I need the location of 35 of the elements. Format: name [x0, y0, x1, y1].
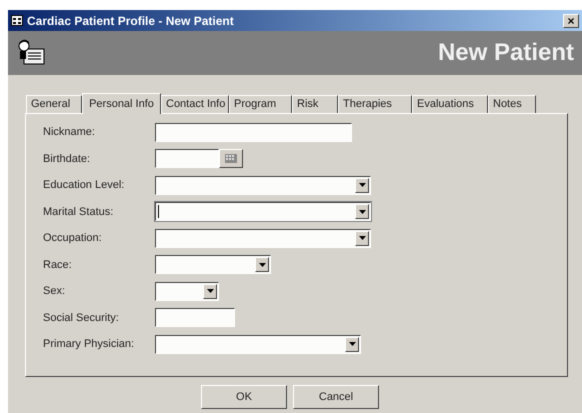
tab[interactable]: Program [229, 95, 292, 113]
field-label: Birthdate: [43, 152, 92, 166]
dropdown-field[interactable] [155, 228, 371, 248]
dropdown-field[interactable] [155, 202, 371, 222]
input-field[interactable] [155, 122, 352, 142]
dropdown-field[interactable] [155, 176, 371, 195]
calendar-button[interactable] [219, 149, 243, 168]
tab[interactable]: Notes [488, 95, 536, 113]
dropdown-field[interactable] [155, 334, 361, 354]
field-label: Social Security: [43, 310, 120, 326]
tab[interactable]: Personal Info [82, 93, 161, 114]
field-label: Marital Status: [43, 204, 114, 220]
field-label: Occupation: [43, 231, 103, 246]
dropdown-field[interactable] [155, 282, 219, 301]
header-title: New Patient [438, 38, 574, 68]
window-title: Cardiac Patient Profile - New Patient [27, 12, 234, 30]
input-field[interactable] [155, 308, 235, 328]
dialog-button[interactable]: OK [201, 385, 287, 409]
close-button[interactable]: × [563, 14, 579, 28]
tab[interactable]: Contact Info [161, 95, 229, 113]
form-icon [11, 15, 23, 26]
field-label: Sex: [43, 284, 66, 299]
dropdown-field[interactable] [155, 255, 271, 274]
tab[interactable]: General [26, 95, 82, 113]
field-label: Nickname: [43, 125, 96, 140]
tab[interactable]: Evaluations [412, 95, 488, 113]
tab[interactable]: Risk [292, 95, 338, 113]
patient-card-icon [16, 39, 46, 67]
field-label: Education Level: [43, 178, 126, 193]
date-field[interactable] [155, 149, 219, 168]
calendar-icon [225, 154, 237, 164]
field-label: Primary Physician: [43, 337, 136, 352]
field-label: Race: [43, 258, 73, 272]
tab[interactable]: Therapies [338, 95, 412, 113]
dialog-button[interactable]: Cancel [293, 385, 379, 409]
